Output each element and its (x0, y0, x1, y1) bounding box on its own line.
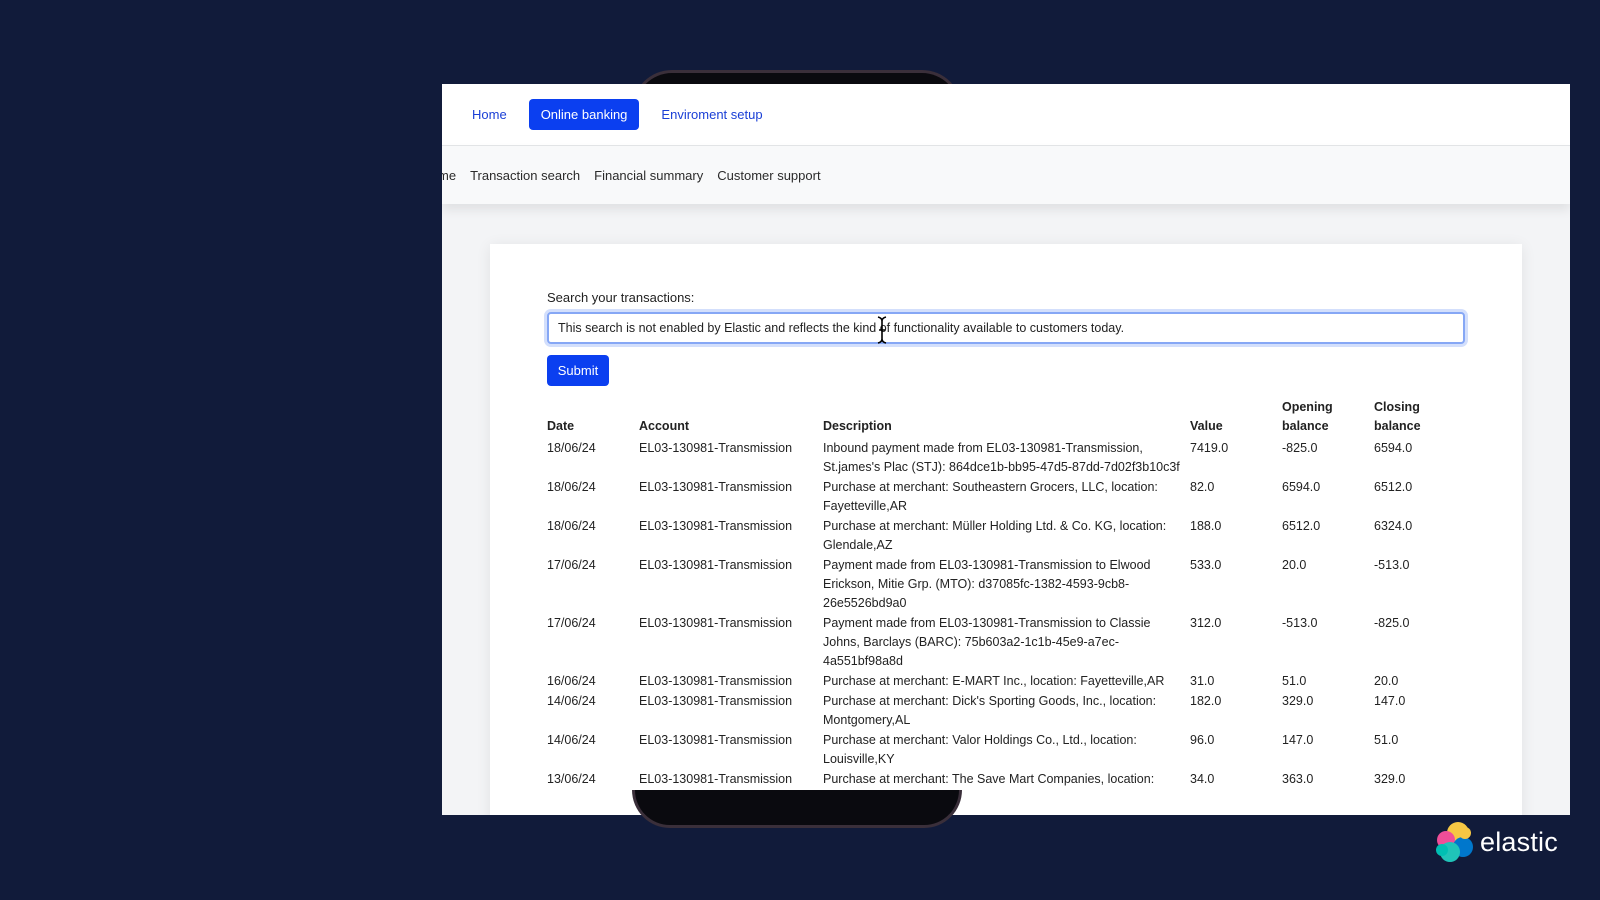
cell-closing: 329.0 (1374, 772, 1406, 786)
cell-description: Purchase at merchant: Dick's Sporting Go… (823, 694, 1157, 727)
cell-opening: 20.0 (1282, 558, 1307, 572)
cell-date: 14/06/24 (547, 733, 596, 747)
cell-opening: 329.0 (1282, 694, 1314, 708)
header-closing-balance: Closing balance (1374, 398, 1466, 439)
cell-account: EL03-130981-Transmission (639, 616, 793, 630)
cell-closing: 6594.0 (1374, 441, 1413, 455)
nav-home[interactable]: Home (460, 99, 519, 130)
cell-closing: 6324.0 (1374, 519, 1413, 533)
nav-environment-setup[interactable]: Enviroment setup (649, 99, 774, 130)
header-value: Value (1190, 419, 1223, 433)
cell-closing: 6512.0 (1374, 480, 1413, 494)
table-row: 18/06/24 EL03-130981-Transmission Purcha… (547, 478, 1466, 517)
header-description: Description (823, 419, 892, 433)
header-account: Account (639, 419, 689, 433)
cell-opening: 51.0 (1282, 674, 1307, 688)
cell-closing: -513.0 (1374, 558, 1410, 572)
cell-description: Inbound payment made from EL03-130981-Tr… (823, 441, 1180, 474)
cell-date: 17/06/24 (547, 616, 596, 630)
search-input[interactable] (547, 312, 1465, 344)
cell-description: Purchase at merchant: Müller Holding Ltd… (823, 519, 1167, 552)
table-row: 18/06/24 EL03-130981-Transmission Purcha… (547, 517, 1466, 556)
cell-date: 14/06/24 (547, 694, 596, 708)
table-row: 13/06/24 EL03-130981-Transmission Purcha… (547, 770, 1466, 790)
top-navigation: Home Online banking Enviroment setup (442, 84, 1570, 146)
cell-description: Purchase at merchant: Southeastern Groce… (823, 480, 1158, 513)
phone-frame-bottom (632, 790, 962, 828)
cell-date: 16/06/24 (547, 674, 596, 688)
cell-account: EL03-130981-Transmission (639, 772, 793, 786)
browser-window: Home Online banking Enviroment setup me … (442, 84, 1570, 815)
header-opening-balance: Opening balance (1282, 398, 1374, 439)
header-opening-line2: balance (1282, 419, 1329, 433)
cell-value: 7419.0 (1190, 441, 1229, 455)
table-header-row: Date Account Description Value Opening ba… (547, 398, 1466, 439)
nav-online-banking[interactable]: Online banking (528, 99, 640, 130)
submit-button[interactable]: Submit (547, 355, 609, 386)
cell-closing: 51.0 (1374, 733, 1399, 747)
cell-opening: 6594.0 (1282, 480, 1321, 494)
cell-date: 13/06/24 (547, 772, 596, 786)
cell-value: 533.0 (1190, 558, 1222, 572)
header-closing-line2: balance (1374, 419, 1421, 433)
cell-value: 182.0 (1190, 694, 1222, 708)
cell-account: EL03-130981-Transmission (639, 441, 793, 455)
table-row: 18/06/24 EL03-130981-Transmission Inboun… (547, 439, 1466, 478)
cell-date: 18/06/24 (547, 441, 596, 455)
cell-account: EL03-130981-Transmission (639, 674, 793, 688)
table-row: 14/06/24 EL03-130981-Transmission Purcha… (547, 731, 1466, 770)
cell-closing: 20.0 (1374, 674, 1399, 688)
cell-description: Purchase at merchant: Valor Holdings Co.… (823, 733, 1137, 766)
subnav-item-financial-summary[interactable]: Financial summary (587, 168, 710, 183)
cell-opening: 6512.0 (1282, 519, 1321, 533)
cell-closing: 147.0 (1374, 694, 1406, 708)
table-row: 17/06/24 EL03-130981-Transmission Paymen… (547, 556, 1466, 614)
elastic-logo: elastic (1432, 820, 1558, 864)
cell-value: 96.0 (1190, 733, 1215, 747)
cell-account: EL03-130981-Transmission (639, 694, 793, 708)
elastic-logo-icon (1436, 822, 1473, 862)
header-date: Date (547, 419, 575, 433)
cell-value: 312.0 (1190, 616, 1222, 630)
transaction-search-card: Search your transactions: Submit Date Ac… (490, 244, 1522, 815)
subnav-item-home[interactable]: me (442, 168, 463, 183)
cell-closing: -825.0 (1374, 616, 1410, 630)
subnav-item-transaction-search[interactable]: Transaction search (463, 168, 587, 183)
table-row: 17/06/24 EL03-130981-Transmission Paymen… (547, 614, 1466, 672)
cell-value: 188.0 (1190, 519, 1222, 533)
cell-opening: -513.0 (1282, 616, 1318, 630)
table-row: 14/06/24 EL03-130981-Transmission Purcha… (547, 692, 1466, 731)
cell-opening: 147.0 (1282, 733, 1314, 747)
cell-date: 18/06/24 (547, 519, 596, 533)
cell-opening: 363.0 (1282, 772, 1314, 786)
table-row: 16/06/24 EL03-130981-Transmission Purcha… (547, 672, 1466, 692)
cell-opening: -825.0 (1282, 441, 1318, 455)
cell-description: Payment made from EL03-130981-Transmissi… (823, 558, 1151, 610)
header-opening-line1: Opening (1282, 400, 1333, 414)
sub-navigation: me Transaction search Financial summary … (442, 146, 1570, 204)
elastic-wordmark: elastic (1480, 826, 1558, 857)
cell-account: EL03-130981-Transmission (639, 733, 793, 747)
text-cursor-icon (877, 316, 887, 344)
transactions-table: Date Account Description Value Opening ba… (547, 398, 1466, 790)
cell-date: 17/06/24 (547, 558, 596, 572)
cell-description: Payment made from EL03-130981-Transmissi… (823, 616, 1151, 668)
cell-description: Purchase at merchant: The Save Mart Comp… (823, 772, 1155, 786)
cell-account: EL03-130981-Transmission (639, 558, 793, 572)
cell-account: EL03-130981-Transmission (639, 519, 793, 533)
cell-account: EL03-130981-Transmission (639, 480, 793, 494)
cell-date: 18/06/24 (547, 480, 596, 494)
search-label: Search your transactions: (547, 290, 695, 305)
cell-value: 34.0 (1190, 772, 1215, 786)
cell-value: 82.0 (1190, 480, 1215, 494)
subnav-item-customer-support[interactable]: Customer support (710, 168, 827, 183)
cell-value: 31.0 (1190, 674, 1215, 688)
cell-description: Purchase at merchant: E-MART Inc., locat… (823, 674, 1165, 688)
header-closing-line1: Closing (1374, 400, 1420, 414)
